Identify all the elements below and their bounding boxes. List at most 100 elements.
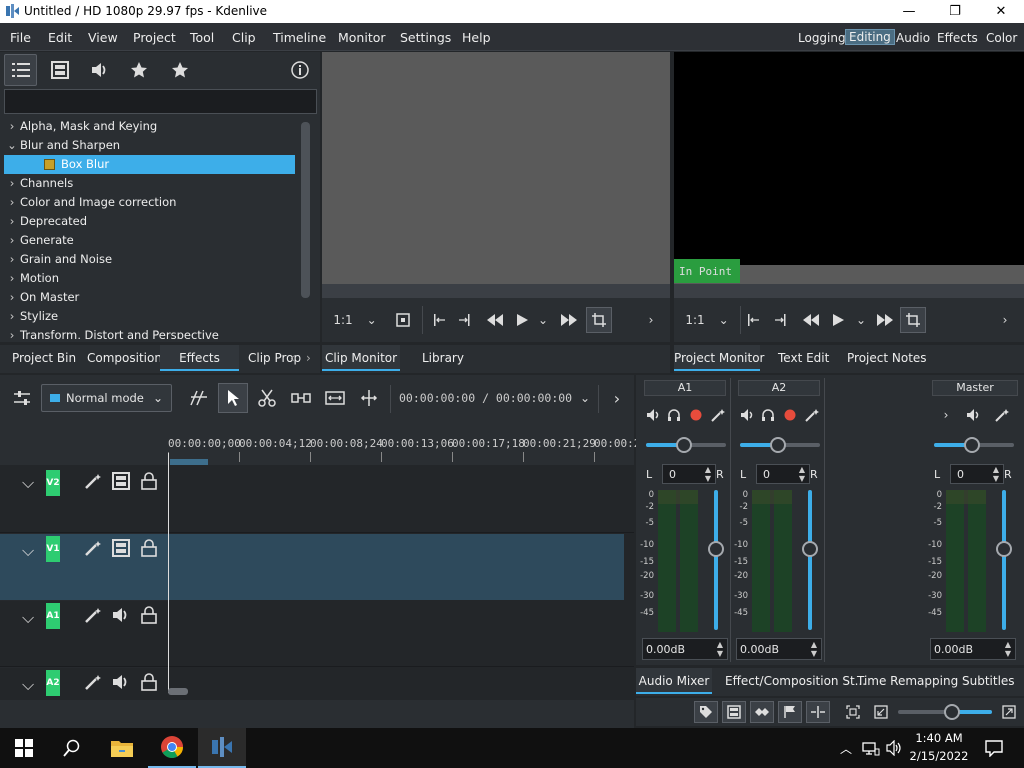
clock-date[interactable]: 2/15/2022 (906, 749, 972, 763)
waveform-button[interactable] (750, 701, 774, 723)
ripple-tool-button[interactable] (322, 387, 348, 409)
channel-effects-button[interactable] (710, 404, 726, 426)
spacer-tool-button[interactable] (186, 387, 212, 409)
mute-button[interactable] (740, 404, 756, 426)
gain-spinbox[interactable]: 0.00dB ▲ ▼ (930, 638, 1016, 660)
record-button[interactable] (688, 404, 704, 426)
track-effects-button[interactable] (82, 537, 104, 559)
selection-tool-button[interactable] (218, 383, 248, 413)
set-in-point-button[interactable] (742, 309, 764, 331)
effects-category[interactable]: › Channels (4, 174, 74, 193)
track-video-toggle[interactable] (110, 537, 132, 559)
effects-category[interactable]: › Alpha, Mask and Keying (4, 117, 158, 136)
solo-button[interactable] (666, 404, 682, 426)
set-in-point-button[interactable] (428, 309, 450, 331)
rewind-button[interactable] (484, 309, 506, 331)
roll-tool-button[interactable] (356, 387, 382, 409)
solo-button[interactable] (760, 404, 776, 426)
menu-view[interactable]: View (88, 30, 118, 45)
mute-button[interactable] (646, 404, 662, 426)
menu-timeline[interactable]: Timeline (273, 30, 326, 45)
volume-fader-handle[interactable] (996, 541, 1012, 557)
menu-monitor[interactable]: Monitor (338, 30, 386, 45)
kdenlive-taskbar-button[interactable] (198, 728, 246, 768)
effect-item-box-blur[interactable]: Box Blur (4, 155, 295, 174)
monitor-more-button[interactable]: › (996, 309, 1014, 331)
marker-button[interactable] (392, 309, 414, 331)
zoom-fit-button[interactable] (842, 701, 864, 723)
workspace-editing[interactable]: Editing (845, 29, 895, 45)
channel-effects-button[interactable] (804, 404, 820, 426)
menu-settings[interactable]: Settings (400, 30, 451, 45)
project-monitor-ruler[interactable] (674, 284, 1024, 298)
collapse-track-icon[interactable]: ⌵ (22, 541, 42, 561)
markers-button[interactable] (778, 701, 802, 723)
snap-button[interactable] (806, 701, 830, 723)
rewind-button[interactable] (800, 309, 822, 331)
collapse-track-icon[interactable]: ⌵ (22, 675, 42, 695)
minimize-button[interactable]: — (886, 0, 932, 23)
effects-search-input[interactable] (4, 89, 317, 114)
chrome-button[interactable] (148, 728, 196, 768)
volume-icon[interactable] (884, 728, 906, 768)
track-lock-button[interactable] (138, 604, 160, 626)
track-effects-button[interactable] (82, 470, 104, 492)
maximize-button[interactable]: ❐ (932, 0, 978, 23)
effects-scrollbar[interactable] (301, 122, 310, 298)
effects-category[interactable]: › Deprecated (4, 212, 87, 231)
tab-scroll-left-icon[interactable]: ‹ (290, 345, 302, 371)
clock-time[interactable]: 1:40 AM (908, 731, 970, 745)
clip-monitor-ruler[interactable] (322, 284, 670, 298)
record-button[interactable] (782, 404, 798, 426)
menu-project[interactable]: Project (133, 30, 176, 45)
track-lock-button[interactable] (138, 537, 160, 559)
effects-category[interactable]: › Stylize (4, 307, 58, 326)
timeline-timecode[interactable]: 00:00:00:00 / 00:00:00:00 (399, 391, 572, 405)
tab-effects[interactable]: Effects (160, 345, 239, 371)
tab-project-bin[interactable]: Project Bin (4, 345, 84, 371)
clip-zoom-select[interactable]: 1:1 ⌄ (330, 309, 380, 331)
menu-clip[interactable]: Clip (232, 30, 256, 45)
close-button[interactable]: ✕ (978, 0, 1024, 23)
tab-scroll-right-icon[interactable]: › (306, 345, 318, 371)
thumbnails-button[interactable] (722, 701, 746, 723)
tab-time-remapping[interactable]: Time Remapping (857, 668, 958, 694)
volume-fader-handle[interactable] (802, 541, 818, 557)
info-button[interactable] (288, 58, 312, 82)
track-video-toggle[interactable] (110, 470, 132, 492)
effects-category[interactable]: › On Master (4, 288, 80, 307)
tray-overflow-icon[interactable]: ︿ (836, 728, 856, 768)
gain-spinbox[interactable]: 0.00dB ▲ ▼ (736, 638, 822, 660)
zoom-out-button[interactable] (870, 701, 892, 723)
track-lock-button[interactable] (138, 671, 160, 693)
search-button[interactable] (48, 728, 96, 768)
tab-audio-mixer[interactable]: Audio Mixer (636, 668, 712, 694)
favorites-filter-button[interactable] (168, 58, 192, 82)
audio-effects-filter-button[interactable] (88, 58, 112, 82)
menu-help[interactable]: Help (462, 30, 491, 45)
workspace-audio[interactable]: Audio (896, 31, 930, 45)
project-zoom-select[interactable]: 1:1 ⌄ (682, 309, 732, 331)
volume-fader[interactable] (714, 490, 718, 630)
timeline-h-scrollbar[interactable] (168, 688, 188, 695)
tab-library[interactable]: Library (422, 345, 464, 371)
track-name-v1[interactable]: V1 (46, 536, 60, 562)
tab-subtitles[interactable]: Subtitles (962, 668, 1015, 694)
zoom-slider-handle[interactable] (944, 704, 960, 720)
menu-edit[interactable]: Edit (48, 30, 72, 45)
effects-category[interactable]: ⌄ Blur and Sharpen (4, 136, 120, 155)
tab-text-edit[interactable]: Text Edit (778, 345, 829, 371)
balance-spinbox[interactable]: 0 ▲ ▼ (756, 464, 810, 484)
notifications-button[interactable] (976, 728, 1012, 768)
workspace-color[interactable]: Color (986, 31, 1017, 45)
volume-fader[interactable] (1002, 490, 1006, 630)
play-button[interactable] (512, 309, 532, 331)
project-monitor-screen[interactable] (674, 52, 1024, 290)
timeline-settings-button[interactable] (10, 387, 34, 409)
balance-spinbox[interactable]: 0 ▲ ▼ (662, 464, 716, 484)
workspace-effects[interactable]: Effects (937, 31, 978, 45)
track-name-a2[interactable]: A2 (46, 670, 60, 696)
zoom-in-button[interactable] (998, 701, 1020, 723)
track-mute-button[interactable] (110, 671, 132, 693)
effects-category[interactable]: › Grain and Noise (4, 250, 112, 269)
